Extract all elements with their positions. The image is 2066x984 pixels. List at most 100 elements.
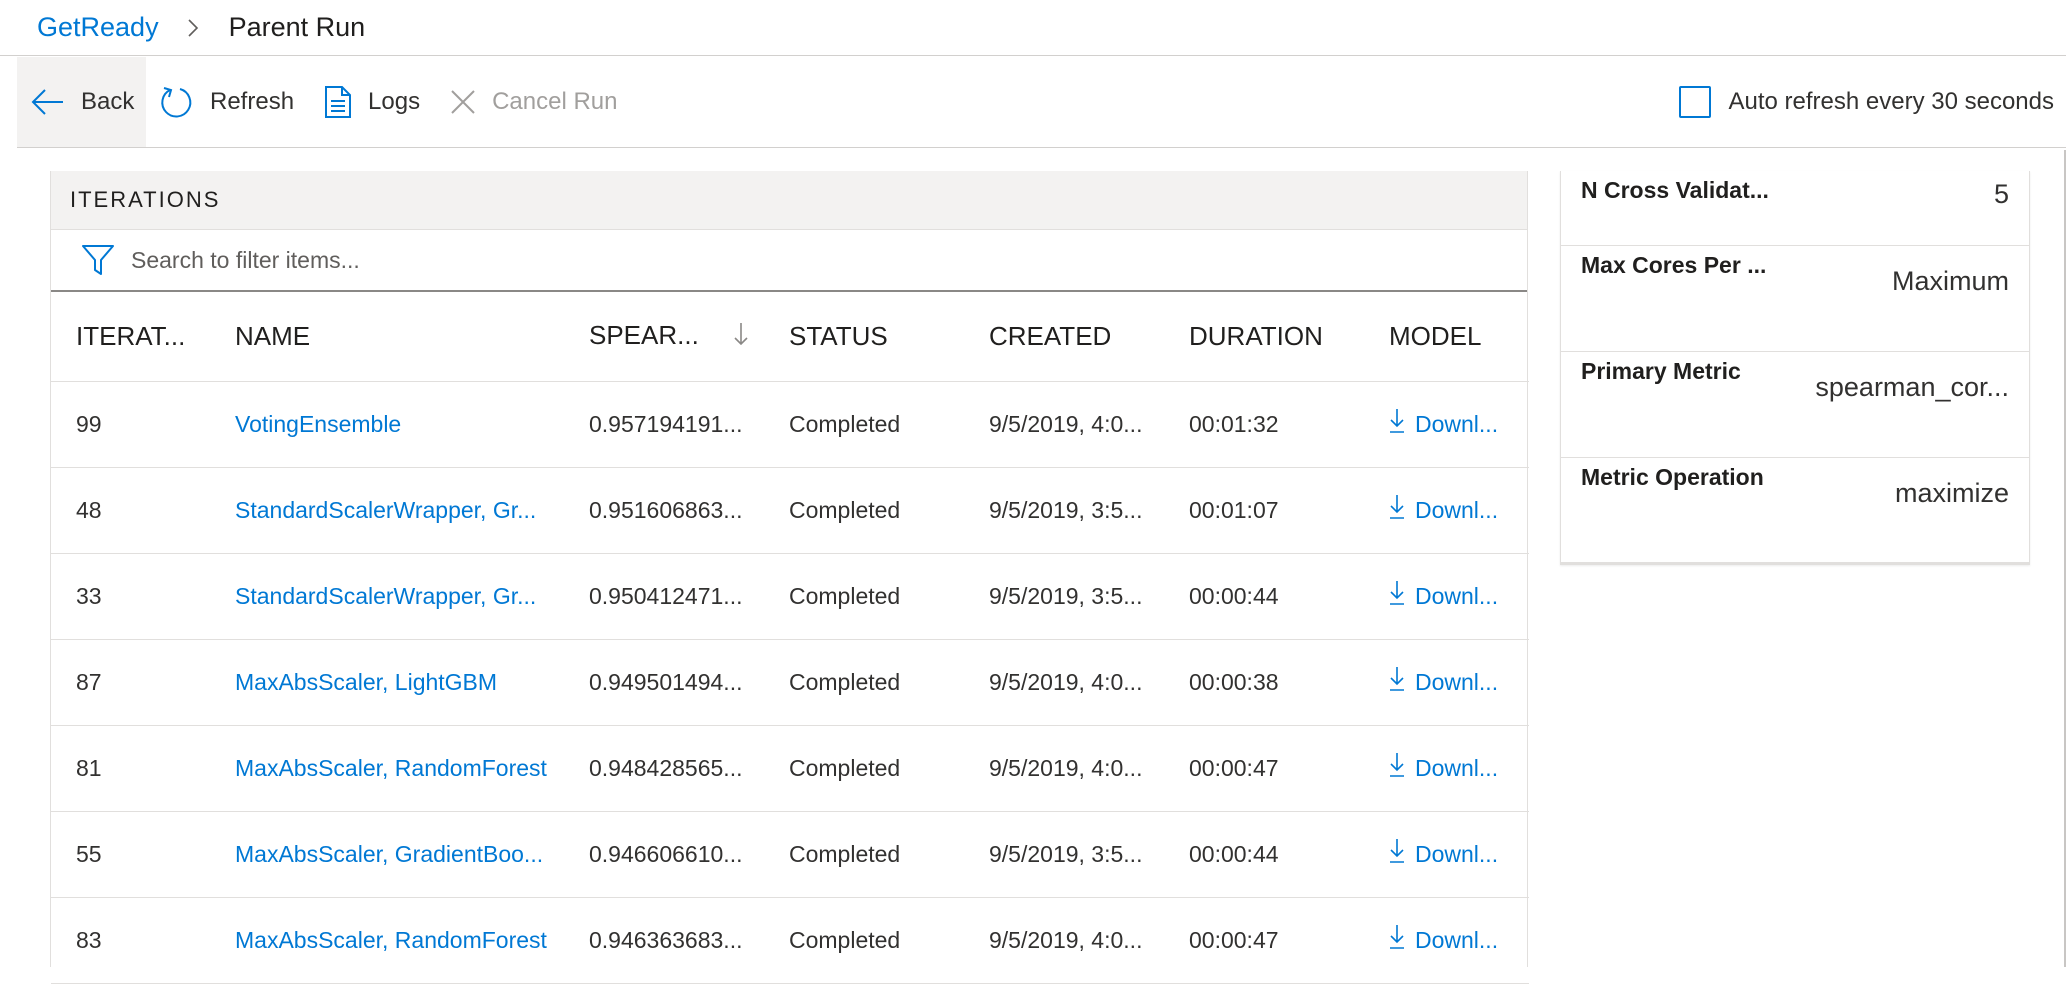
search-box[interactable]: Search to filter items... — [51, 229, 1527, 292]
duration-cell: 00:01:32 — [1189, 381, 1389, 468]
column-header-status[interactable]: STATUS — [789, 292, 989, 382]
status-cell: Completed — [789, 553, 989, 640]
download-model-link[interactable]: Downl... — [1389, 838, 1498, 870]
run-name-link[interactable]: StandardScalerWrapper, Gr... — [235, 583, 536, 609]
table-row[interactable]: 55 MaxAbsScaler, GradientBoo... 0.94660661… — [51, 811, 1529, 898]
download-icon — [1389, 838, 1405, 870]
iteration-cell: 87 — [51, 639, 235, 726]
duration-cell: 00:00:47 — [1189, 725, 1389, 812]
iteration-cell: 99 — [51, 381, 235, 468]
download-icon — [1389, 666, 1405, 698]
property-row: N Cross Validat... 5 — [1561, 171, 2029, 246]
download-model-link[interactable]: Downl... — [1389, 752, 1498, 784]
name-cell: MaxAbsScaler, RandomForest — [235, 725, 589, 812]
cancel-run-button[interactable]: Cancel Run — [436, 57, 633, 147]
download-label: Downl... — [1415, 582, 1499, 609]
duration-cell: 00:00:38 — [1189, 639, 1389, 726]
score-cell: 0.950412471... — [589, 553, 789, 640]
created-cell: 9/5/2019, 3:5... — [989, 553, 1189, 640]
name-cell: MaxAbsScaler, RandomForest — [235, 897, 589, 984]
created-cell: 9/5/2019, 3:5... — [989, 811, 1189, 898]
name-cell: MaxAbsScaler, LightGBM — [235, 639, 589, 726]
download-icon — [1389, 580, 1405, 612]
table-row[interactable]: 81 MaxAbsScaler, RandomForest 0.948428565.… — [51, 725, 1529, 812]
iteration-cell: 55 — [51, 811, 235, 898]
table-row[interactable]: 83 MaxAbsScaler, RandomForest 0.946363683.… — [51, 897, 1529, 984]
refresh-button[interactable]: Refresh — [146, 57, 310, 147]
iterations-title: ITERATIONS — [51, 171, 1527, 229]
property-row: Max Cores Per ... Maximum — [1561, 246, 2029, 352]
name-cell: MaxAbsScaler, GradientBoo... — [235, 811, 589, 898]
back-button[interactable]: Back — [17, 57, 146, 147]
name-cell: VotingEnsemble — [235, 381, 589, 468]
table-row[interactable]: 99 VotingEnsemble 0.957194191... Completed 9… — [51, 381, 1529, 468]
property-label: N Cross Validat... — [1581, 177, 1769, 203]
iteration-cell: 81 — [51, 725, 235, 812]
duration-cell: 00:01:07 — [1189, 467, 1389, 554]
model-cell: Downl... — [1389, 811, 1529, 898]
run-properties-panel: N Cross Validat... 5 Max Cores Per ... Maxi… — [1560, 171, 2030, 565]
status-cell: Completed — [789, 639, 989, 726]
download-model-link[interactable]: Downl... — [1389, 924, 1498, 956]
search-input[interactable]: Search to filter items... — [131, 247, 360, 274]
breadcrumb: GetReady Parent Run — [37, 0, 365, 55]
download-icon — [1389, 752, 1405, 784]
column-header-created[interactable]: CREATED — [989, 292, 1189, 382]
score-cell: 0.949501494... — [589, 639, 789, 726]
run-name-link[interactable]: MaxAbsScaler, LightGBM — [235, 669, 497, 695]
iteration-cell: 83 — [51, 897, 235, 984]
column-header-duration[interactable]: DURATION — [1189, 292, 1389, 382]
run-name-link[interactable]: MaxAbsScaler, GradientBoo... — [235, 841, 543, 867]
created-cell: 9/5/2019, 4:0... — [989, 897, 1189, 984]
iteration-cell: 33 — [51, 553, 235, 640]
property-label: Metric Operation — [1581, 464, 1764, 490]
back-arrow-icon — [31, 88, 65, 116]
download-model-link[interactable]: Downl... — [1389, 494, 1498, 526]
column-header-model[interactable]: MODEL — [1389, 292, 1529, 382]
download-label: Downl... — [1415, 496, 1499, 523]
run-name-link[interactable]: StandardScalerWrapper, Gr... — [235, 497, 536, 523]
download-model-link[interactable]: Downl... — [1389, 580, 1498, 612]
property-value: 5 — [1993, 179, 2009, 209]
column-header-name[interactable]: NAME — [235, 292, 589, 382]
download-model-link[interactable]: Downl... — [1389, 408, 1498, 440]
breadcrumb-root-link[interactable]: GetReady — [37, 12, 159, 43]
download-label: Downl... — [1415, 754, 1499, 781]
auto-refresh-checkbox[interactable] — [1679, 86, 1712, 118]
column-header-spearman[interactable]: SPEAR... — [589, 292, 789, 382]
back-label: Back — [81, 88, 135, 115]
filter-icon — [81, 244, 115, 276]
refresh-icon — [160, 85, 194, 119]
auto-refresh-toggle[interactable]: Auto refresh every 30 seconds — [1679, 57, 2054, 147]
download-label: Downl... — [1415, 668, 1499, 695]
score-cell: 0.951606863... — [589, 467, 789, 554]
model-cell: Downl... — [1389, 897, 1529, 984]
download-model-link[interactable]: Downl... — [1389, 666, 1498, 698]
iteration-cell: 48 — [51, 467, 235, 554]
duration-cell: 00:00:47 — [1189, 897, 1389, 984]
property-row: Metric Operation maximize — [1561, 458, 2029, 564]
status-cell: Completed — [789, 725, 989, 812]
duration-cell: 00:00:44 — [1189, 811, 1389, 898]
run-name-link[interactable]: MaxAbsScaler, RandomForest — [235, 755, 547, 781]
property-value: Maximum — [1891, 266, 2009, 296]
name-cell: StandardScalerWrapper, Gr... — [235, 553, 589, 640]
run-name-link[interactable]: VotingEnsemble — [235, 411, 401, 437]
logs-button[interactable]: Logs — [310, 57, 436, 147]
created-cell: 9/5/2019, 4:0... — [989, 381, 1189, 468]
property-label: Primary Metric — [1581, 358, 1741, 384]
table-row[interactable]: 33 StandardScalerWrapper, Gr... 0.95041247… — [51, 553, 1529, 640]
column-header-iteration[interactable]: ITERAT... — [51, 292, 235, 382]
property-row: Primary Metric spearman_cor... — [1561, 352, 2029, 458]
column-header-spearman-label: SPEAR... — [589, 319, 699, 350]
table-row[interactable]: 87 MaxAbsScaler, LightGBM 0.949501494... Co… — [51, 639, 1529, 726]
iterations-table: ITERAT... NAME SPEAR... STATUS CREATED D… — [51, 292, 1529, 984]
toolbar-divider — [17, 147, 2066, 148]
chevron-right-icon — [187, 18, 199, 38]
document-icon — [324, 85, 352, 119]
download-icon — [1389, 408, 1405, 440]
cancel-run-label: Cancel Run — [492, 88, 618, 115]
table-row[interactable]: 48 StandardScalerWrapper, Gr... 0.95160686… — [51, 467, 1529, 554]
run-name-link[interactable]: MaxAbsScaler, RandomForest — [235, 927, 547, 953]
table-header-row: ITERAT... NAME SPEAR... STATUS CREATED D… — [51, 292, 1529, 382]
